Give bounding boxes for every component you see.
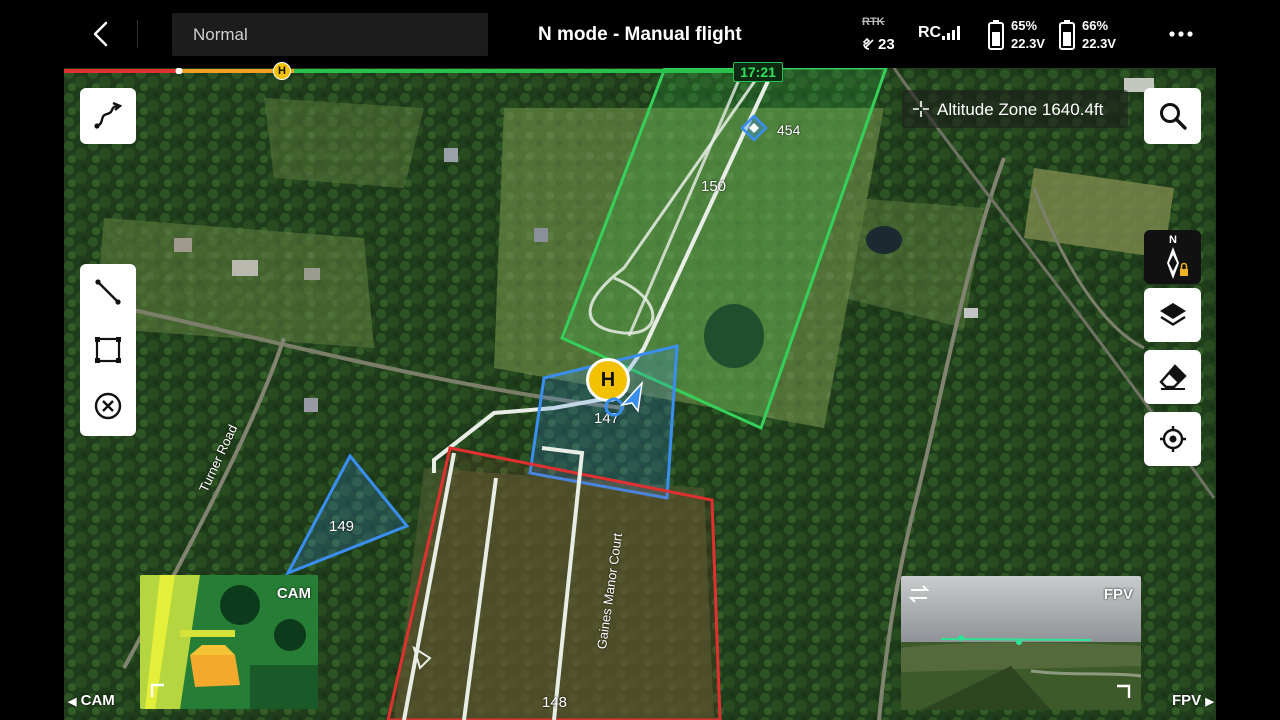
mode-selector[interactable]: Normal <box>172 13 488 56</box>
map-controls-panel: N <box>1144 230 1201 468</box>
zone-label-150: 150 <box>701 178 727 195</box>
camera-thumbnail[interactable]: CAM <box>140 575 318 709</box>
battery-2-percent: 66% <box>1082 18 1109 33</box>
line-draw-icon <box>95 279 121 305</box>
search-button[interactable] <box>1144 88 1201 144</box>
fpv-thumbnail[interactable]: FPV <box>901 576 1141 710</box>
rtk-status[interactable]: RTK 23 <box>862 14 902 58</box>
battery-icon <box>1059 20 1075 50</box>
more-button[interactable] <box>1168 26 1194 42</box>
crosshair-icon <box>913 101 929 117</box>
flight-mode-title: N mode - Manual flight <box>538 24 742 45</box>
zone-label-148: 148 <box>542 694 568 711</box>
locate-button[interactable] <box>1144 412 1201 466</box>
clear-draw-button[interactable] <box>80 378 136 434</box>
expand-icon[interactable] <box>1115 684 1131 700</box>
area-draw-icon <box>95 337 121 363</box>
chevron-left-icon <box>93 21 108 47</box>
timeline-home-marker: H <box>273 62 291 80</box>
top-bar: Normal N mode - Manual flight RTK 23 RC … <box>0 0 1280 68</box>
more-horizontal-icon <box>1169 31 1193 37</box>
satellite-count: 23 <box>878 36 895 53</box>
altitude-zone-label: Altitude Zone 1640.4ft <box>937 100 1104 119</box>
mode-selector-label: Normal <box>193 25 248 44</box>
altitude-zone-indicator[interactable]: Altitude Zone 1640.4ft <box>902 90 1128 128</box>
flight-progress-bar <box>64 68 734 74</box>
zone-label-454: 454 <box>777 122 801 138</box>
zone-label-149: 149 <box>329 518 355 535</box>
cam-side-label[interactable]: ◀ CAM <box>68 692 115 709</box>
eraser-button[interactable] <box>1144 350 1201 404</box>
elapsed-time: 17:21 <box>733 62 783 82</box>
layers-icon <box>1159 303 1186 326</box>
battery-2: 66% 22.3V <box>1059 18 1129 54</box>
back-button[interactable] <box>86 18 116 50</box>
svg-text:N: N <box>1169 234 1177 246</box>
signal-bars-icon <box>942 26 960 40</box>
battery-1-percent: 65% <box>1011 18 1038 33</box>
fpv-side-label[interactable]: FPV ▶ <box>1172 692 1214 709</box>
satellite-icon <box>862 37 874 50</box>
rtk-label: RTK <box>862 16 885 28</box>
battery-1: 65% 22.3V <box>988 18 1058 54</box>
fpv-thumbnail-label: FPV <box>1103 586 1133 603</box>
search-icon <box>1159 103 1187 130</box>
compass-button[interactable]: N <box>1144 230 1201 284</box>
camera-thumbnail-label: CAM <box>276 585 311 602</box>
swap-icon <box>908 585 930 603</box>
battery-1-voltage: 22.3V <box>1011 36 1045 51</box>
aircraft-icon <box>604 381 644 417</box>
route-button[interactable] <box>80 88 136 144</box>
close-circle-icon <box>94 392 122 420</box>
draw-tools-panel <box>80 264 136 436</box>
compass-north-icon: N <box>1166 234 1188 279</box>
line-draw-button[interactable] <box>80 264 136 320</box>
rc-label: RC <box>918 24 942 41</box>
route-icon <box>94 101 123 129</box>
layers-button[interactable] <box>1144 288 1201 342</box>
area-draw-button[interactable] <box>80 322 136 378</box>
battery-2-voltage: 22.3V <box>1082 36 1116 51</box>
eraser-icon <box>1158 364 1187 390</box>
expand-icon[interactable] <box>150 683 166 699</box>
battery-icon <box>988 20 1004 50</box>
locate-icon <box>1159 426 1186 452</box>
divider <box>137 20 138 48</box>
swap-view-button[interactable] <box>907 584 931 604</box>
